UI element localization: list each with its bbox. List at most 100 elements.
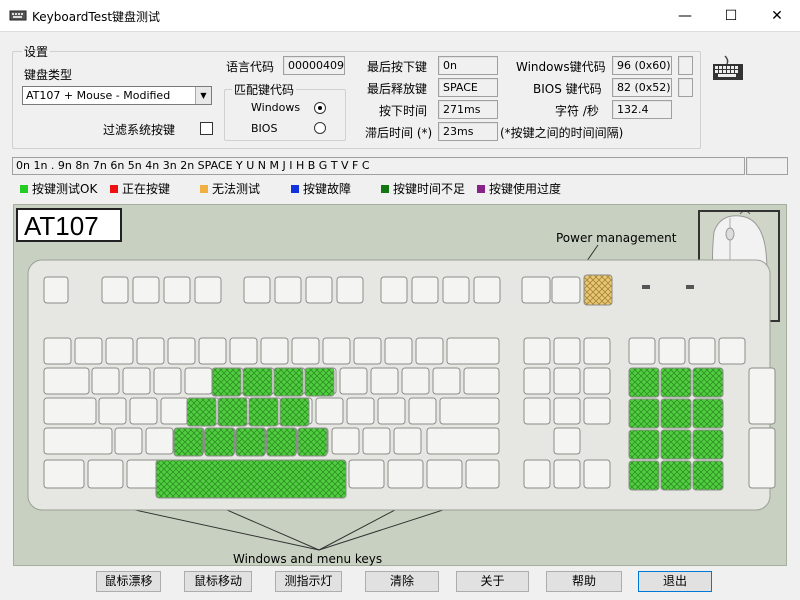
key — [370, 367, 399, 395]
wake-key — [583, 274, 613, 306]
f-key — [132, 276, 160, 304]
chevron-down-icon[interactable]: ▼ — [195, 87, 211, 104]
nav-key — [553, 337, 581, 365]
nav-key — [523, 337, 551, 365]
tested-key — [297, 427, 328, 457]
numpad-key — [718, 337, 746, 365]
key — [291, 337, 320, 365]
tested-key — [248, 397, 279, 427]
title-bar: KeyboardTest键盘测试 — ☐ ✕ — [0, 0, 800, 32]
ctrl-key — [465, 459, 500, 489]
nav-key — [583, 367, 611, 395]
legend-swatch — [20, 184, 28, 193]
f-key — [411, 276, 439, 304]
numpad-key — [688, 337, 716, 365]
tested-key — [279, 397, 310, 427]
help-button[interactable]: 帮助 — [546, 571, 622, 592]
key — [353, 337, 382, 365]
mouse-move-button[interactable]: 鼠标移动 — [184, 571, 252, 592]
tab-key — [43, 367, 90, 395]
shift-key — [43, 427, 113, 455]
press-time-field: 271ms — [438, 100, 498, 119]
legend-label: 按键测试OK — [32, 182, 98, 196]
filter-label: 过滤系统按键 — [103, 123, 176, 137]
match-bios-label: BIOS — [251, 122, 278, 135]
key — [98, 397, 127, 425]
key — [198, 337, 227, 365]
legend-label: 无法测试 — [212, 182, 261, 196]
legend-label: 按键故障 — [303, 182, 352, 196]
keyboard-panel: AT107 Power management Windows and menu … — [13, 204, 787, 566]
nav-key — [523, 397, 551, 425]
tested-key — [217, 397, 248, 427]
legend-swatch — [381, 184, 389, 193]
arrow-key — [553, 427, 581, 455]
tested-key — [273, 367, 304, 397]
minimize-button[interactable]: — — [662, 0, 708, 32]
about-button[interactable]: 关于 — [456, 571, 529, 592]
key — [122, 367, 151, 395]
filter-checkbox[interactable] — [200, 122, 213, 135]
legend-swatch — [477, 184, 485, 193]
lag-label: 滞后时间 (*) — [365, 126, 433, 140]
key — [105, 337, 134, 365]
clear-button[interactable]: 清除 — [365, 571, 439, 592]
exit-button[interactable]: 退出 — [638, 571, 712, 592]
numpad-plus-key — [748, 367, 776, 425]
match-windows-radio[interactable] — [314, 102, 326, 114]
key — [145, 427, 174, 455]
tested-key — [242, 367, 273, 397]
press-time-label: 按下时间 — [379, 104, 428, 118]
kb-type-value: AT107 + Mouse - Modified — [26, 89, 171, 102]
f-key — [336, 276, 364, 304]
key — [346, 397, 375, 425]
tested-key — [173, 427, 204, 457]
win-code-field: 96 (0x60) — [612, 56, 672, 75]
bios-code-extra — [678, 78, 693, 97]
win-key — [87, 459, 124, 489]
f-key — [380, 276, 408, 304]
arrow-key — [583, 459, 611, 489]
close-button[interactable]: ✕ — [754, 0, 800, 32]
led — [686, 285, 694, 289]
win-code-label: Windows键代码 — [516, 60, 606, 74]
last-pressed-label: 最后按下键 — [367, 60, 428, 74]
alt-key — [348, 459, 385, 489]
numpad-key — [628, 337, 656, 365]
legend-label: 按键时间不足 — [393, 182, 466, 196]
nav-key — [583, 337, 611, 365]
maximize-button[interactable]: ☐ — [708, 0, 754, 32]
match-windows-label: Windows — [251, 101, 301, 114]
keyboard-icon — [713, 55, 743, 80]
key — [260, 337, 289, 365]
keyboard-app-icon — [9, 10, 27, 21]
key — [408, 397, 437, 425]
indicator-test-button[interactable]: 测指示灯 — [275, 571, 342, 592]
match-bios-radio[interactable] — [314, 122, 326, 134]
legend-item: 正在按键 — [110, 180, 170, 197]
nav-key — [553, 397, 581, 425]
kb-type-select[interactable]: AT107 + Mouse - Modified ▼ — [22, 86, 212, 105]
legend-item: 按键时间不足 — [381, 180, 465, 197]
mouse-drift-button[interactable]: 鼠标漂移 — [96, 571, 161, 592]
tested-numpad-key — [692, 429, 724, 460]
legend-item: 按键故障 — [291, 180, 351, 197]
legend-label: 正在按键 — [122, 182, 171, 196]
tested-key — [211, 367, 242, 397]
key — [415, 337, 444, 365]
lag-note: (*按键之间的时间间隔) — [500, 126, 624, 140]
esc-key — [43, 276, 69, 304]
ctrl-key — [43, 459, 85, 489]
enter-key — [439, 397, 500, 425]
key — [362, 427, 391, 455]
key — [393, 427, 422, 455]
legend-item: 按键使用过度 — [477, 180, 561, 197]
key — [377, 397, 406, 425]
tested-numpad-key — [660, 398, 692, 429]
key — [315, 397, 344, 425]
tested-numpad-key — [628, 429, 660, 460]
key-history-extra — [746, 157, 788, 175]
tested-key — [204, 427, 235, 457]
key — [339, 367, 368, 395]
power-key — [521, 276, 551, 304]
